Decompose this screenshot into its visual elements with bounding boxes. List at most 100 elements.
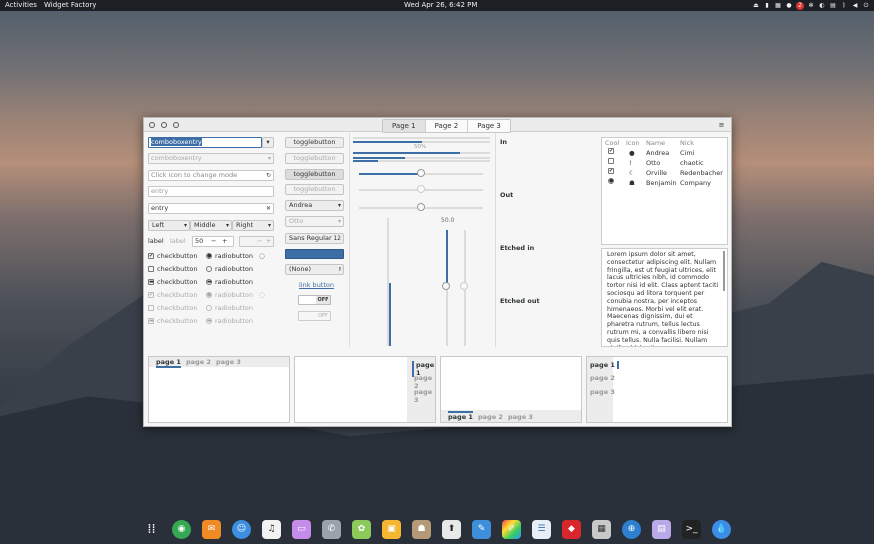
notebook-tab-page-2[interactable]: page 2 [590, 374, 615, 382]
link-button[interactable]: link button [299, 281, 334, 289]
clipboard-icon[interactable]: ▮ [763, 2, 771, 10]
notebook-tab-page-3[interactable]: page 3 [590, 388, 615, 396]
tree-view[interactable]: Cool Icon Name Nick ✔ ● Andrea Cimi ! Otto ch… [601, 137, 728, 245]
installer-icon[interactable]: ⬆ [442, 520, 461, 539]
bluetooth-icon[interactable]: ᛒ [840, 2, 848, 10]
checkbox-unchecked[interactable] [148, 266, 154, 272]
tab-page-2[interactable]: Page 2 [426, 120, 469, 132]
chat-icon[interactable]: ☺ [232, 520, 251, 539]
messages-icon[interactable]: ✉ [202, 520, 221, 539]
font-button[interactable]: Sans Regular 12 [285, 233, 344, 244]
file-chooser-button[interactable]: (None) ⭱ [285, 264, 344, 275]
eject-icon[interactable]: ⏏ [752, 2, 760, 10]
combo-andrea[interactable]: Andrea ▾ [285, 200, 344, 211]
combo-middle[interactable]: Middle ▾ [190, 220, 232, 231]
checkbutton-checked[interactable]: ✔ checkbutton [148, 252, 197, 261]
combo-dropdown-button[interactable]: ▾ [262, 137, 274, 148]
combo-right[interactable]: Right ▾ [232, 220, 274, 231]
notebook-tab-page-3[interactable]: page 3 [414, 388, 435, 404]
music-icon[interactable]: ♫ [262, 520, 281, 539]
notebook-tab-page-2[interactable]: page 2 [186, 358, 211, 366]
notebook-tab-page-3[interactable]: page 3 [216, 358, 241, 366]
browser-icon[interactable]: ◉ [172, 520, 191, 539]
terminal-icon[interactable]: >_ [682, 520, 701, 539]
plus-icon[interactable]: + [222, 237, 227, 246]
store-icon[interactable]: ▣ [382, 520, 401, 539]
apps-grid-icon[interactable]: ⁞⁞ [142, 520, 161, 539]
radio-unchecked[interactable] [206, 266, 212, 272]
clock[interactable]: Wed Apr 26, 6:42 PM [404, 0, 477, 11]
minus-icon[interactable]: − [211, 237, 216, 246]
power-icon[interactable]: ⏻ [862, 2, 870, 10]
minimize-button[interactable] [161, 122, 167, 128]
notebook-tab-page-1[interactable]: page 1 [156, 358, 181, 368]
tab-page-1[interactable]: Page 1 [383, 120, 426, 132]
editor-icon[interactable]: ✎ [472, 520, 491, 539]
tree-row[interactable]: ✔ ☾ Orville Redenbacher [602, 168, 727, 178]
game-icon[interactable]: ✿ [352, 520, 371, 539]
tree-row[interactable]: ! Otto chaotic [602, 158, 727, 168]
spin-button[interactable]: 50− + [192, 236, 234, 247]
notebook-tab-page-1[interactable]: page 1 [590, 361, 619, 369]
header-nick[interactable]: Nick [680, 138, 694, 148]
entry-field[interactable]: entry ✕ [148, 203, 274, 214]
photos-icon[interactable]: ☗ [412, 520, 431, 539]
radio-checked[interactable]: ● [206, 253, 212, 259]
header-name[interactable]: Name [646, 138, 665, 148]
scale-3-knob[interactable] [417, 203, 425, 211]
text-editor-icon[interactable]: ☰ [532, 520, 551, 539]
drop-tray-icon[interactable]: ● [785, 2, 793, 10]
radio-mixed[interactable]: ▬ [206, 279, 212, 285]
checkbox-checked[interactable]: ✔ [148, 253, 154, 259]
notebook-tab-page-1[interactable]: page 1 [448, 411, 473, 421]
color-button[interactable] [285, 249, 344, 259]
scale-1-knob[interactable] [417, 169, 425, 177]
menu-icon[interactable]: ≡ [716, 120, 727, 130]
git-icon[interactable]: ◆ [562, 520, 581, 539]
keyboard-icon[interactable]: ▤ [829, 2, 837, 10]
entry-placeholder-field[interactable]: entry [148, 186, 274, 197]
network-icon[interactable]: ◐ [818, 2, 826, 10]
header-icon[interactable]: Icon [626, 138, 640, 148]
togglebutton-3[interactable]: togglebutton [285, 169, 344, 180]
files-icon[interactable]: ▭ [292, 520, 311, 539]
vscale-2-knob[interactable] [442, 282, 450, 290]
cool-checkbox[interactable] [608, 158, 614, 164]
notebook-tab-page-3[interactable]: page 3 [508, 413, 533, 421]
volume-icon[interactable]: ◀ [851, 2, 859, 10]
checkbox-mixed[interactable]: ▬ [148, 279, 154, 285]
close-button[interactable] [149, 122, 155, 128]
notes-icon[interactable]: ▤ [652, 520, 671, 539]
switch-off[interactable]: OFF [298, 295, 331, 305]
combo-left[interactable]: Left ▾ [148, 220, 190, 231]
tree-row[interactable]: ● ☗ Benjamin Company [602, 178, 727, 188]
notification-badge[interactable]: 2 [796, 1, 804, 10]
radiobutton-mixed[interactable]: ▬ radiobutton [206, 278, 253, 287]
header-cool[interactable]: Cool [605, 138, 619, 148]
app-menu[interactable]: Widget Factory [44, 0, 96, 11]
comboboxentry-field[interactable]: comboboxentry [148, 137, 262, 148]
togglebutton-1[interactable]: togglebutton [285, 137, 344, 148]
color-picker-icon[interactable]: ✐ [502, 520, 521, 539]
text-view[interactable]: Lorem ipsum dolor sit amet, consectetur … [601, 248, 728, 347]
notebook-tab-page-2[interactable]: page 2 [478, 413, 503, 421]
icon-entry[interactable]: Click icon to change mode ↻ [148, 170, 274, 181]
clear-icon[interactable]: ✕ [266, 204, 271, 213]
web-icon[interactable]: ⊕ [622, 520, 641, 539]
calendar-icon[interactable]: ▦ [774, 2, 782, 10]
refresh-icon[interactable]: ↻ [266, 171, 271, 180]
maximize-button[interactable] [173, 122, 179, 128]
drop-icon[interactable]: 💧 [712, 520, 731, 539]
screenshot-icon[interactable]: ▦ [592, 520, 611, 539]
tab-page-3[interactable]: Page 3 [468, 120, 510, 132]
checkbutton-mixed[interactable]: ▬ checkbutton [148, 278, 197, 287]
activities-button[interactable]: Activities [5, 0, 37, 11]
radiobutton-checked[interactable]: ● radiobutton [206, 252, 253, 261]
cool-checkbox[interactable]: ✔ [608, 168, 614, 174]
system-tray[interactable]: ⏏ ▮ ▦ ● 2 ✻ ◐ ▤ ᛒ ◀ ⏻ [752, 0, 870, 10]
tree-row[interactable]: ✔ ● Andrea Cimi [602, 148, 727, 158]
settings-icon[interactable]: ✻ [807, 2, 815, 10]
checkbutton-unchecked[interactable]: checkbutton [148, 265, 197, 274]
phone-icon[interactable]: ✆ [322, 520, 341, 539]
radiobutton-unchecked[interactable]: radiobutton [206, 265, 253, 274]
